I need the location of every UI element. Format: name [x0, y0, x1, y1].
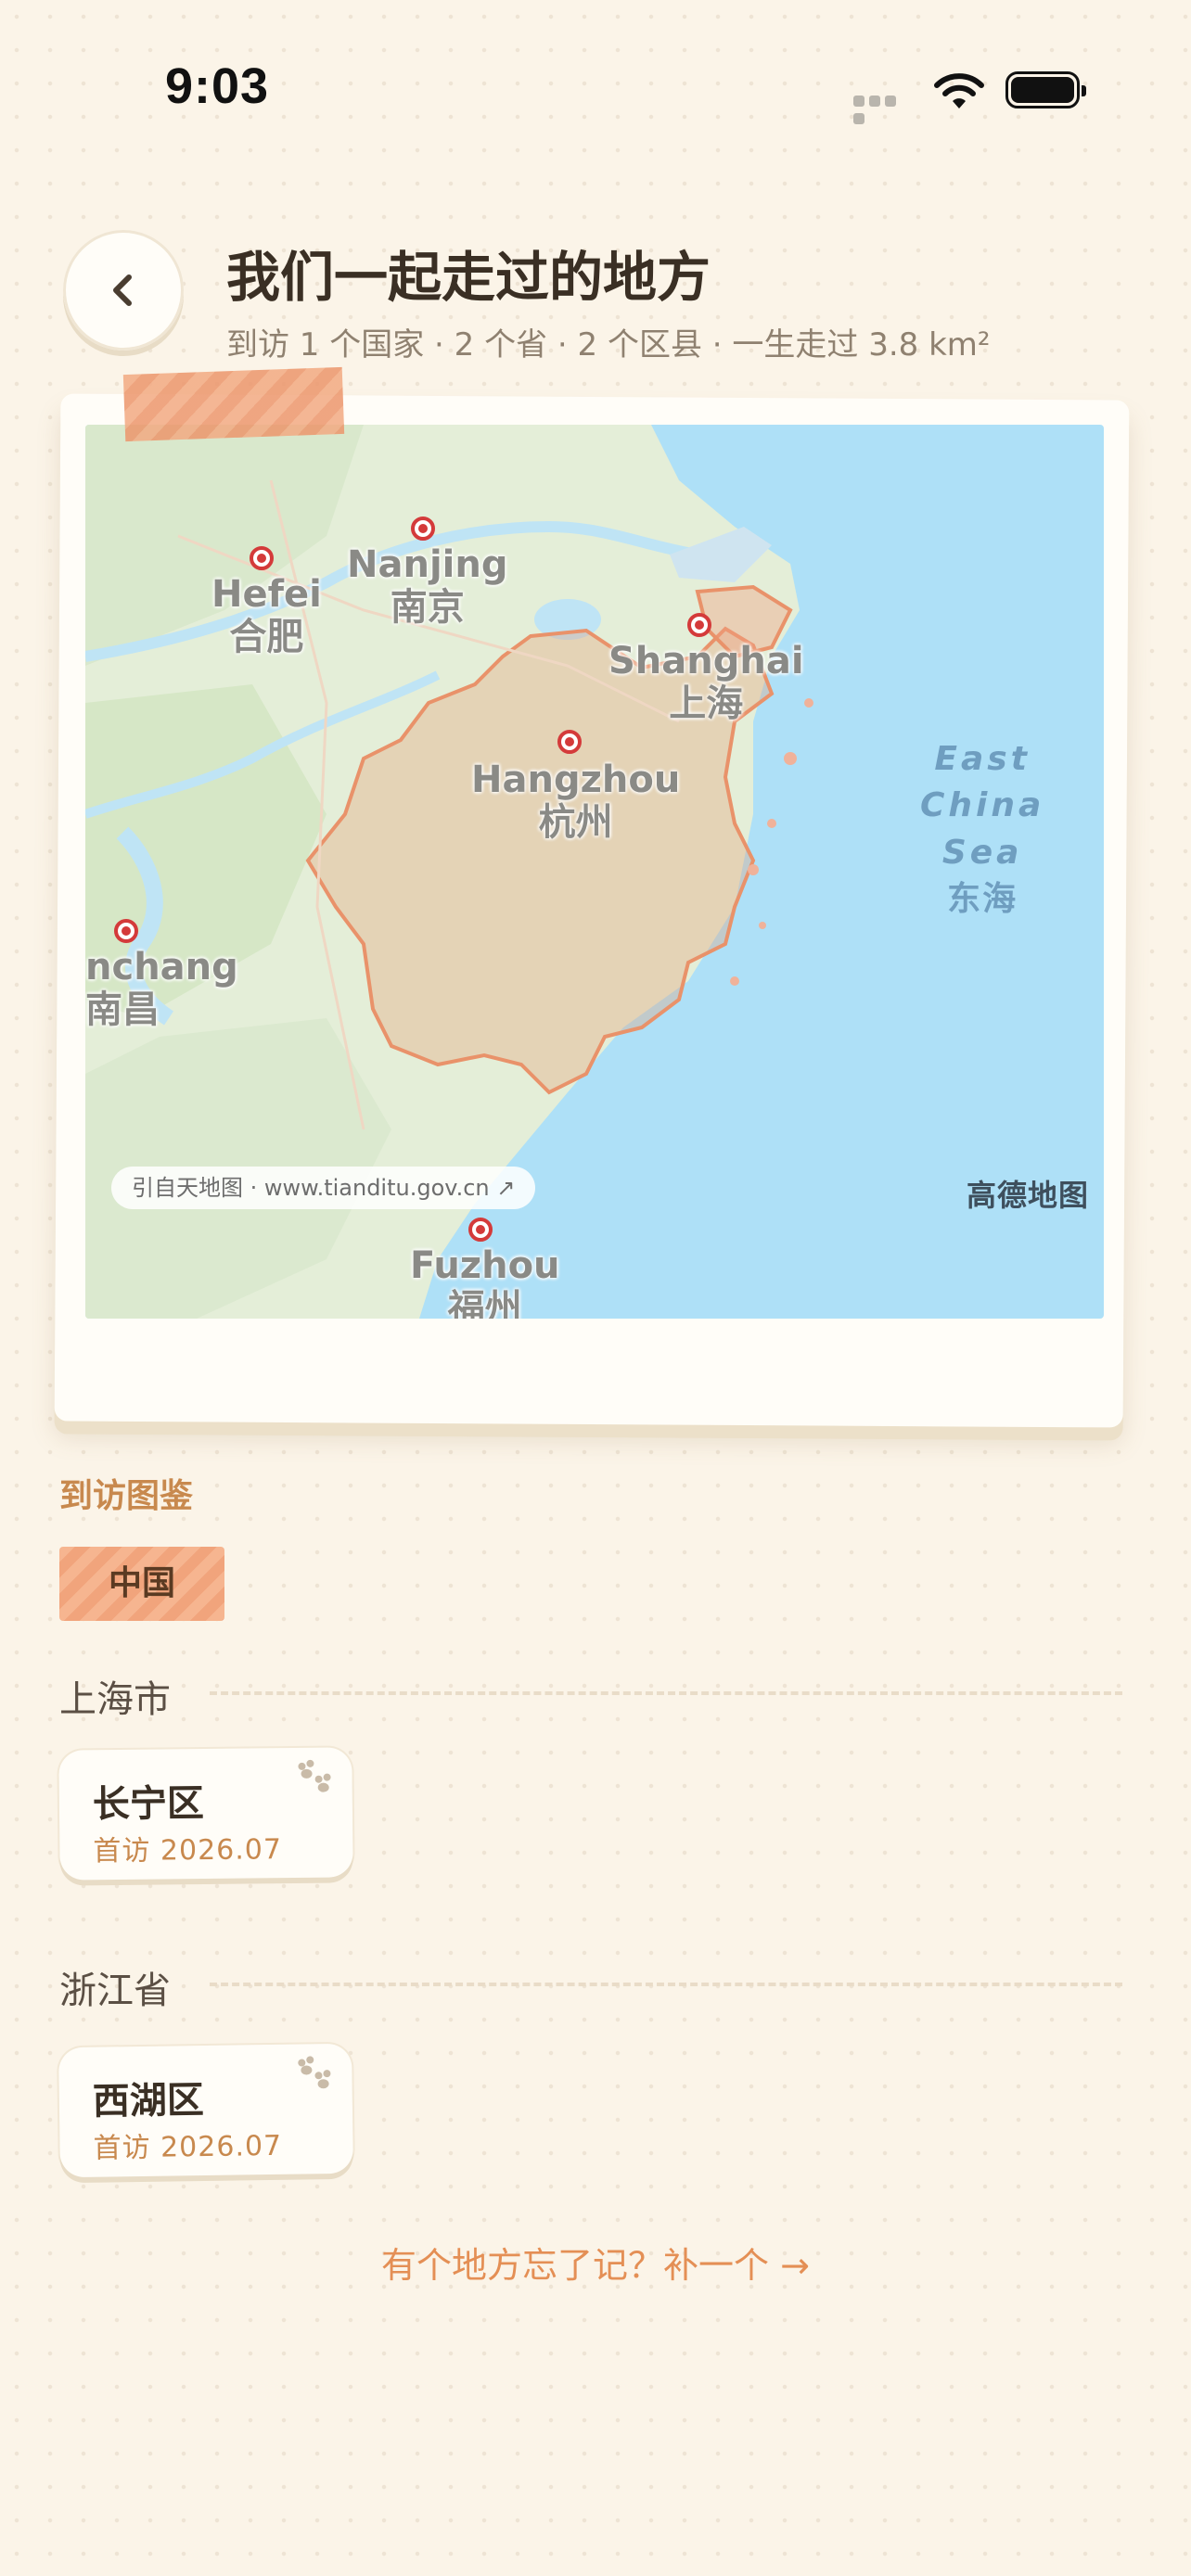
region-divider	[210, 1691, 1122, 1695]
collection-title: 到访图鉴	[59, 1477, 194, 1515]
status-time: 9:03	[165, 58, 270, 114]
page-subtitle: 到访 1 个国家 · 2 个省 · 2 个区县 · 一生走过 3.8 km²	[226, 326, 991, 363]
city-label-hangzhou: Hangzhou 杭州	[471, 759, 681, 844]
battery-icon	[1005, 71, 1086, 108]
decorative-tape	[122, 366, 345, 442]
city-label-shanghai: Shanghai 上海	[608, 640, 804, 725]
city-label-fuzhou: Fuzhou 福州	[410, 1244, 560, 1319]
place-first-visit: 首访 2026.07	[93, 1833, 283, 1868]
back-button[interactable]	[63, 230, 184, 351]
paw-print-icon	[298, 2056, 331, 2089]
add-place-link[interactable]: 有个地方忘了记？补一个 →	[0, 2237, 1191, 2288]
country-chip-china[interactable]: 中国	[59, 1547, 224, 1621]
chevron-left-icon	[113, 274, 132, 306]
wifi-icon	[933, 70, 985, 111]
page-title: 我们一起走过的地方	[226, 246, 711, 309]
sea-label-east-china-sea: East China Sea 东海	[920, 740, 1045, 919]
city-label-hefei: Hefei 合肥	[211, 573, 322, 658]
paw-print-icon	[298, 1759, 331, 1792]
cellular-signal-icon	[853, 93, 915, 124]
city-label-nanchang: nchang 南昌	[85, 946, 238, 1031]
map-attribution-link[interactable]: 引自天地图 · www.tianditu.gov.cn ↗	[111, 1167, 536, 1209]
region-divider	[210, 1983, 1122, 1986]
place-card-changning[interactable]: 长宁区 首访 2026.07	[58, 1747, 353, 1881]
place-first-visit: 首访 2026.07	[93, 2129, 283, 2165]
place-card-xihu[interactable]: 西湖区 首访 2026.07	[58, 2043, 353, 2178]
region-header-zhejiang: 浙江省	[59, 1970, 171, 2012]
place-name: 西湖区	[92, 2079, 205, 2123]
city-label-nanjing: Nanjing 南京	[347, 543, 508, 629]
visited-map[interactable]: Hefei 合肥 Nanjing 南京 Shanghai 上海 Hangzhou 杭州 …	[85, 425, 1104, 1319]
region-header-shanghai: 上海市	[59, 1678, 171, 1721]
map-provider-logo: 高德地图	[966, 1178, 1089, 1213]
place-name: 长宁区	[92, 1782, 205, 1827]
